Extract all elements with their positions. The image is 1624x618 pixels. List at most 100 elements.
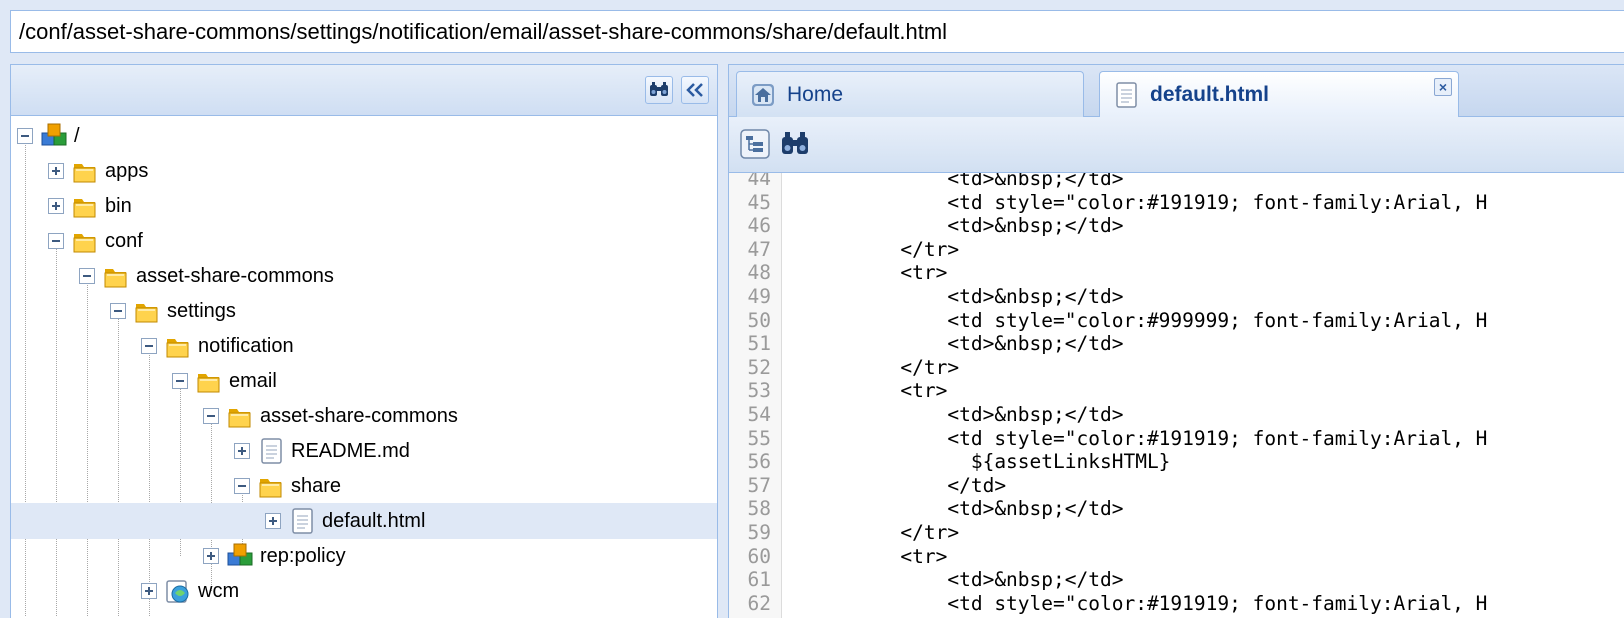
line-number: 56 bbox=[747, 450, 771, 474]
tree-node[interactable]: asset-share-commons bbox=[79, 258, 334, 294]
wcm-icon bbox=[164, 577, 192, 605]
code-text: <td style="color:#191919; font-family:Ar… bbox=[783, 426, 1488, 450]
tab-home[interactable]: Home bbox=[736, 71, 1084, 117]
find-icon[interactable] bbox=[645, 76, 673, 104]
file-icon bbox=[288, 507, 316, 535]
expand-icon[interactable] bbox=[48, 198, 64, 214]
tree-node-label: asset-share-commons bbox=[260, 404, 458, 427]
code-text: <td>&nbsp;</td> bbox=[783, 497, 1124, 521]
line-number: 46 bbox=[747, 214, 771, 238]
code-text: ${assetLinksHTML} bbox=[783, 450, 1171, 474]
tree-node[interactable]: asset-share-commons bbox=[203, 398, 458, 434]
file-icon bbox=[1116, 81, 1137, 108]
tree-node[interactable]: email bbox=[172, 363, 277, 399]
tree-node[interactable]: conf bbox=[48, 223, 143, 259]
expand-icon[interactable] bbox=[141, 583, 157, 599]
folder-icon bbox=[133, 297, 161, 325]
line-number: 53 bbox=[747, 379, 771, 403]
expand-icon[interactable] bbox=[48, 163, 64, 179]
tree-guide-line bbox=[118, 311, 119, 616]
tree-node[interactable]: notification bbox=[141, 328, 294, 364]
tab-label: Home bbox=[787, 82, 844, 106]
home-icon bbox=[752, 83, 774, 106]
tree-node-label: asset-share-commons bbox=[136, 264, 334, 287]
folder-icon bbox=[71, 192, 99, 220]
collapse-icon[interactable] bbox=[203, 408, 219, 424]
policy-icon bbox=[226, 542, 254, 570]
collapse-icon[interactable] bbox=[110, 303, 126, 319]
close-icon[interactable]: × bbox=[1434, 78, 1452, 96]
tree-panel-header bbox=[11, 65, 717, 116]
tree-node[interactable]: / bbox=[17, 118, 80, 154]
path-input[interactable]: /conf/asset-share-commons/settings/notif… bbox=[10, 10, 1624, 53]
collapse-panel-icon[interactable] bbox=[681, 76, 709, 104]
code-text: </tr> bbox=[783, 355, 960, 379]
repository-tree-panel: / apps bin conf asset-share-commons settings n… bbox=[10, 64, 718, 618]
tree-node[interactable]: rep:policy bbox=[203, 538, 346, 574]
tree-node[interactable]: default.html bbox=[11, 503, 717, 539]
tree-node-label: conf bbox=[105, 229, 143, 252]
line-number: 51 bbox=[747, 332, 771, 356]
line-number: 61 bbox=[747, 568, 771, 592]
tree-node[interactable]: apps bbox=[48, 153, 148, 189]
tree-node[interactable]: settings bbox=[110, 293, 236, 329]
folder-icon bbox=[164, 332, 192, 360]
tree-node-label: share bbox=[291, 474, 342, 497]
line-number: 54 bbox=[747, 403, 771, 426]
tree-body: / apps bin conf asset-share-commons settings n… bbox=[11, 116, 717, 616]
file-icon bbox=[257, 437, 285, 465]
code-text: <td>&nbsp;</td> bbox=[783, 285, 1124, 308]
code-text: </tr> bbox=[783, 521, 960, 544]
tab-strip: Home default.html × bbox=[729, 65, 1624, 117]
tree-node[interactable]: share bbox=[234, 468, 341, 504]
collapse-icon[interactable] bbox=[234, 478, 250, 494]
tree-node-label: bin bbox=[105, 194, 132, 217]
tree-node-label: notification bbox=[198, 334, 294, 357]
find-icon[interactable] bbox=[779, 128, 811, 160]
expand-icon[interactable] bbox=[203, 548, 219, 564]
tree-node[interactable]: wcm bbox=[141, 573, 239, 609]
tree-node-label: rep:policy bbox=[260, 544, 346, 567]
code-editor[interactable]: 44 <td>&nbsp;</td> 45 <td style="color:#1… bbox=[729, 173, 1624, 618]
code-text: <td>&nbsp;</td> bbox=[783, 214, 1124, 238]
editor-toolbar bbox=[729, 117, 1624, 173]
line-number: 60 bbox=[747, 544, 771, 568]
editor-panel: Home default.html × 44 <td>&nbsp;</td> 45… bbox=[728, 64, 1624, 618]
code-text: <tr> bbox=[783, 379, 948, 403]
tree-guide-line bbox=[87, 276, 88, 616]
tab-label: default.html bbox=[1150, 82, 1269, 106]
line-number: 44 bbox=[747, 173, 771, 190]
collapse-icon[interactable] bbox=[17, 128, 33, 144]
tree-node-label: apps bbox=[105, 159, 149, 182]
code-text: <td style="color:#191919; font-family:Ar… bbox=[783, 591, 1488, 615]
tree-node[interactable]: bin bbox=[48, 188, 132, 224]
code-text: <td style="color:#999999; font-family:Ar… bbox=[783, 308, 1488, 332]
tree-node-label: / bbox=[74, 124, 80, 147]
line-number: 59 bbox=[747, 521, 771, 544]
tree-node-label: email bbox=[229, 369, 277, 392]
tab-default-html[interactable]: default.html × bbox=[1099, 71, 1459, 117]
line-number: 62 bbox=[747, 591, 771, 615]
collapse-icon[interactable] bbox=[172, 373, 188, 389]
tree-node-label: default.html bbox=[322, 509, 426, 532]
expand-icon[interactable] bbox=[234, 443, 250, 459]
expand-icon[interactable] bbox=[265, 513, 281, 529]
code-text: <td>&nbsp;</td> bbox=[783, 173, 1124, 190]
tree-node[interactable]: README.md bbox=[234, 433, 410, 469]
collapse-icon[interactable] bbox=[79, 268, 95, 284]
code-text: <tr> bbox=[783, 544, 948, 568]
tree-guide-line bbox=[25, 136, 26, 616]
code-text: </tr> bbox=[783, 237, 960, 261]
code-text: <td>&nbsp;</td> bbox=[783, 568, 1124, 592]
code-text: <td>&nbsp;</td> bbox=[783, 403, 1124, 426]
line-number: 58 bbox=[747, 497, 771, 521]
tree-view-icon[interactable] bbox=[739, 128, 771, 160]
collapse-icon[interactable] bbox=[141, 338, 157, 354]
folder-icon bbox=[102, 262, 130, 290]
line-number: 49 bbox=[747, 285, 771, 308]
collapse-icon[interactable] bbox=[48, 233, 64, 249]
line-number: 57 bbox=[747, 473, 771, 497]
tree-guide-line bbox=[56, 241, 57, 616]
tree-node-label: wcm bbox=[198, 579, 240, 602]
folder-icon bbox=[226, 402, 254, 430]
